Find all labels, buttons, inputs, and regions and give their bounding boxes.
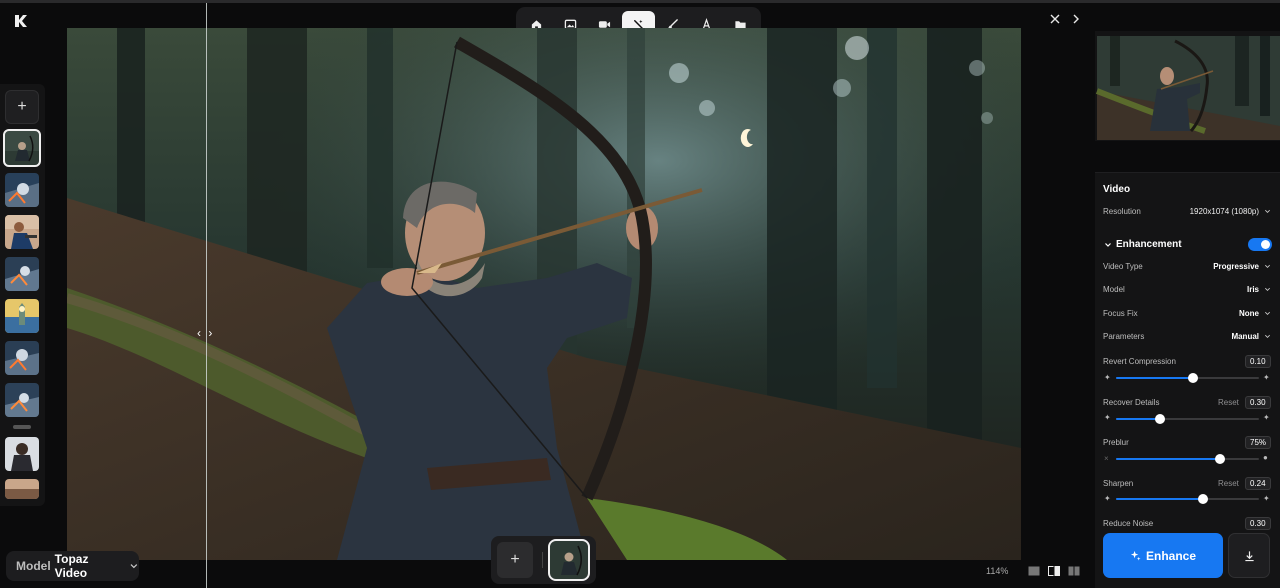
preview-canvas[interactable] — [67, 28, 1021, 560]
thumbnail-item[interactable] — [5, 257, 39, 291]
model-selector[interactable]: Model Topaz Video — [6, 551, 139, 581]
blur-min-icon: × — [1104, 454, 1109, 463]
sparkle-icon — [1130, 550, 1141, 561]
video-type-select[interactable]: Video Type Progressive — [1103, 260, 1271, 274]
sharpen-value[interactable]: 0.24 — [1245, 477, 1271, 490]
parameters-value: Manual — [1231, 332, 1259, 341]
sparkle-large-icon: ✦ — [1263, 373, 1270, 382]
archer-forest-image — [67, 28, 1021, 560]
chevron-down-icon[interactable] — [1104, 241, 1112, 249]
recover-details-slider[interactable] — [1116, 414, 1259, 424]
enhance-button[interactable]: Enhance — [1103, 533, 1223, 578]
filmstrip-thumbnail[interactable] — [548, 539, 590, 581]
model-label: Model — [16, 559, 51, 573]
preblur-value[interactable]: 75% — [1245, 436, 1272, 449]
sparkle-small-icon: ✦ — [1104, 373, 1111, 382]
sharpen-label: Sharpen — [1103, 479, 1134, 488]
plus-icon: + — [510, 551, 520, 568]
reduce-noise-value[interactable]: 0.30 — [1245, 517, 1271, 530]
split-handle-icon[interactable]: ‹ › — [197, 326, 214, 340]
thumbnail-item[interactable] — [5, 437, 39, 471]
model-row-label: Model — [1103, 285, 1125, 294]
chevron-down-icon — [1265, 287, 1270, 291]
enhancement-section-title[interactable]: Enhancement — [1116, 239, 1182, 250]
sparkle-large-icon: ✦ — [1263, 494, 1270, 503]
chevron-right-icon[interactable] — [1070, 12, 1082, 26]
top-border — [0, 0, 1280, 3]
revert-compression-label: Revert Compression — [1103, 357, 1176, 366]
thumbnail-image — [5, 437, 39, 471]
thumbnail-item[interactable] — [3, 129, 41, 167]
thumbnail-image — [5, 383, 39, 417]
model-value: Topaz Video — [54, 552, 89, 580]
download-icon — [1244, 550, 1254, 561]
archer-thumbnail-image — [5, 131, 39, 165]
compare-split-line[interactable] — [206, 3, 207, 588]
archer-thumbnail-image — [550, 541, 588, 579]
thumbnail-separator — [13, 425, 31, 429]
thumbnail-image — [5, 299, 39, 333]
chevron-down-icon — [1265, 209, 1270, 213]
add-clip-button[interactable]: + — [497, 542, 533, 578]
enhancement-toggle[interactable] — [1248, 238, 1272, 251]
thumbnail-image — [5, 173, 39, 207]
video-section-title: Video — [1103, 184, 1131, 195]
app-window: + ‹ › Model Topaz Video + 114% Video Res… — [0, 0, 1280, 588]
revert-compression-slider[interactable] — [1116, 373, 1259, 383]
sparkle-small-icon: ✦ — [1104, 494, 1111, 503]
sparkle-small-icon: ✦ — [1104, 413, 1111, 422]
split-view-icon[interactable] — [1048, 566, 1060, 576]
thumbnail-image — [5, 257, 39, 291]
add-media-button[interactable]: + — [5, 90, 39, 124]
navigator-preview[interactable] — [1095, 31, 1280, 141]
enhance-label: Enhance — [1145, 548, 1196, 563]
focus-fix-value: None — [1239, 309, 1259, 318]
thumbnail-item[interactable] — [5, 173, 39, 207]
sharpen-slider[interactable] — [1116, 494, 1259, 504]
resolution-value: 1920x1074 (1080p) — [1189, 207, 1259, 216]
recover-details-reset[interactable]: Reset — [1218, 398, 1239, 407]
revert-compression-value[interactable]: 0.10 — [1245, 355, 1271, 368]
parameters-label: Parameters — [1103, 332, 1145, 341]
single-view-icon[interactable] — [1028, 566, 1040, 576]
model-select[interactable]: Model Iris — [1103, 283, 1271, 297]
chevron-down-icon — [1265, 311, 1270, 315]
resolution-label: Resolution — [1103, 207, 1141, 216]
thumbnail-item[interactable] — [5, 341, 39, 375]
filmstrip-divider — [542, 552, 543, 568]
chevron-down-icon — [1265, 334, 1270, 338]
thumbnail-image — [5, 341, 39, 375]
thumbnail-image — [5, 479, 39, 499]
recover-details-value[interactable]: 0.30 — [1245, 396, 1271, 409]
side-by-side-view-icon[interactable] — [1068, 566, 1080, 576]
thumbnail-item[interactable] — [5, 479, 39, 499]
video-type-value: Progressive — [1213, 262, 1259, 271]
app-logo-icon — [15, 15, 27, 27]
thumbnail-image — [5, 215, 39, 249]
navigator-thumbnail-image — [1095, 31, 1280, 141]
parameters-select[interactable]: Parameters Manual — [1103, 330, 1271, 344]
bottom-filmstrip: + — [491, 536, 596, 584]
thumbnail-item[interactable] — [5, 383, 39, 417]
focus-fix-label: Focus Fix — [1103, 309, 1138, 318]
preblur-slider[interactable] — [1116, 454, 1259, 464]
model-row-value: Iris — [1246, 285, 1259, 294]
zoom-level[interactable]: 114% — [986, 566, 1008, 576]
reduce-noise-label: Reduce Noise — [1103, 519, 1154, 528]
sharpen-reset[interactable]: Reset — [1218, 479, 1239, 488]
preblur-label: Preblur — [1103, 438, 1129, 447]
thumbnail-item[interactable] — [5, 299, 39, 333]
recover-details-label: Recover Details — [1103, 398, 1160, 407]
chevron-down-icon — [130, 564, 138, 569]
video-type-label: Video Type — [1103, 262, 1143, 271]
thumbnail-item[interactable] — [5, 215, 39, 249]
plus-icon: + — [17, 98, 27, 115]
focus-fix-select[interactable]: Focus Fix None — [1103, 307, 1271, 321]
blur-max-icon: ● — [1263, 453, 1268, 462]
close-icon[interactable] — [1048, 12, 1062, 26]
resolution-select[interactable]: Resolution 1920x1074 (1080p) — [1103, 205, 1271, 219]
sparkle-large-icon: ✦ — [1263, 413, 1270, 422]
download-button[interactable] — [1228, 533, 1270, 578]
chevron-down-icon — [1265, 264, 1270, 268]
